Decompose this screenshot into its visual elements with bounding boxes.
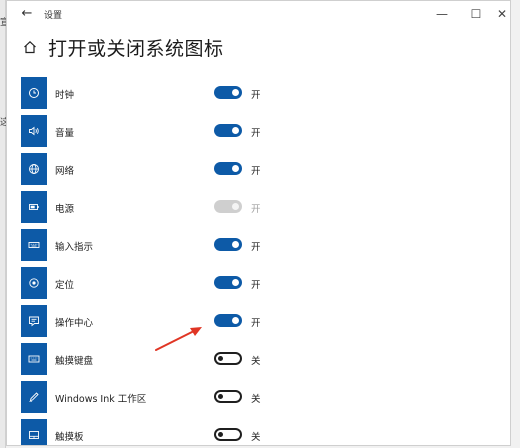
toggle-switch[interactable] <box>214 352 242 365</box>
item-label: 电源 <box>55 204 75 215</box>
toggle-switch <box>214 200 242 213</box>
list-item-touch-keyboard: 触摸键盘 关 <box>21 343 501 375</box>
pen-icon <box>21 381 47 413</box>
toggle-state: 开 <box>251 128 261 139</box>
location-icon <box>21 267 47 299</box>
toggle-switch[interactable] <box>214 124 242 137</box>
list-item-volume: 音量 开 <box>21 115 501 147</box>
clock-icon <box>21 77 47 109</box>
toggle-switch[interactable] <box>214 162 242 175</box>
settings-window: ← 设置 — ☐ ✕ 打开或关闭系统图标 时钟 开 音量 开 网络 开 电源 开… <box>6 0 511 446</box>
item-label: 触摸板 <box>55 432 84 443</box>
toggle-state: 开 <box>251 90 261 101</box>
home-icon[interactable] <box>23 40 37 54</box>
window-title: 设置 <box>44 11 63 21</box>
list-item-action-center: 操作中心 开 <box>21 305 501 337</box>
globe-icon <box>21 153 47 185</box>
toggle-state: 关 <box>251 356 261 367</box>
volume-icon <box>21 115 47 147</box>
toggle-switch[interactable] <box>214 86 242 99</box>
maximize-button[interactable]: ☐ <box>465 5 487 23</box>
item-label: 输入指示 <box>55 242 94 253</box>
item-label: Windows Ink 工作区 <box>55 394 147 405</box>
item-label: 音量 <box>55 128 75 139</box>
list-item-windows-ink: Windows Ink 工作区 关 <box>21 381 501 413</box>
toggle-switch[interactable] <box>214 314 242 327</box>
toggle-state: 开 <box>251 242 261 253</box>
toggle-state: 关 <box>251 394 261 405</box>
toggle-state: 开 <box>251 166 261 177</box>
toggle-state: 开 <box>251 204 261 215</box>
item-label: 操作中心 <box>55 318 94 329</box>
touch-keyboard-icon <box>21 343 47 375</box>
toggle-state: 关 <box>251 432 261 443</box>
toggle-switch[interactable] <box>214 276 242 289</box>
keyboard-icon <box>21 229 47 261</box>
page-title: 打开或关闭系统图标 <box>48 38 224 60</box>
toggle-switch[interactable] <box>214 428 242 441</box>
list-item-touchpad: 触摸板 关 <box>21 419 501 445</box>
list-item-clock: 时钟 开 <box>21 77 501 109</box>
minimize-button[interactable]: — <box>431 5 453 23</box>
item-label: 时钟 <box>55 90 75 101</box>
list-item-power: 电源 开 <box>21 191 501 223</box>
item-label: 定位 <box>55 280 75 291</box>
action-center-icon <box>21 305 47 337</box>
item-label: 触摸键盘 <box>55 356 94 367</box>
close-button[interactable]: ✕ <box>491 5 510 23</box>
toggle-switch[interactable] <box>214 390 242 403</box>
toggle-switch[interactable] <box>214 238 242 251</box>
back-button[interactable]: ← <box>17 5 37 23</box>
item-label: 网络 <box>55 166 75 177</box>
list-item-network: 网络 开 <box>21 153 501 185</box>
list-item-input-indicator: 输入指示 开 <box>21 229 501 261</box>
title-bar: ← 设置 — ☐ ✕ <box>7 1 510 27</box>
battery-icon <box>21 191 47 223</box>
toggle-state: 开 <box>251 318 261 329</box>
list-item-location: 定位 开 <box>21 267 501 299</box>
annotation-arrow-icon <box>155 327 202 351</box>
touchpad-icon <box>21 419 47 445</box>
toggle-state: 开 <box>251 280 261 291</box>
